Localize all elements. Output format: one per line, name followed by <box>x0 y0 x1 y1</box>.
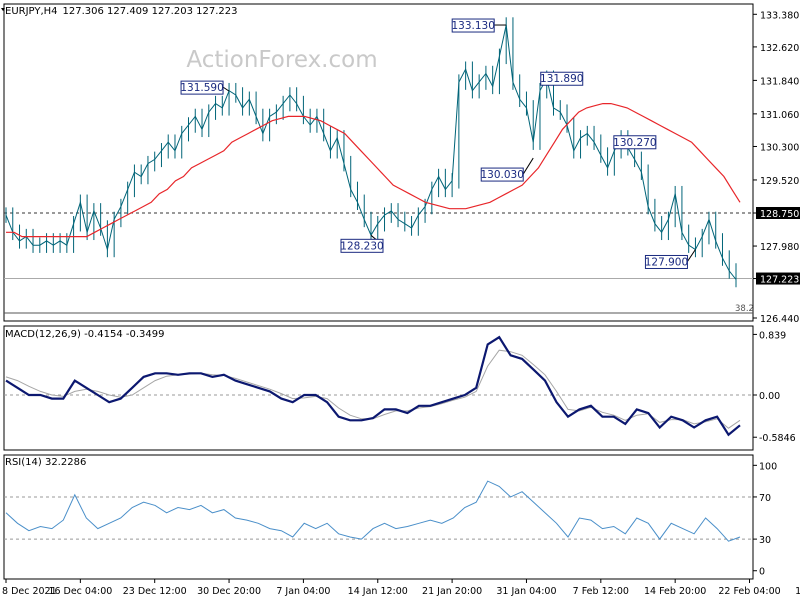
rsi-line <box>5 480 741 542</box>
level-label-leader <box>222 86 230 92</box>
rsi-panel-frame <box>3 454 754 580</box>
x-tick-label: 14 Feb 20:00 <box>644 586 706 597</box>
x-tick-label: 7 Jan 04:00 <box>276 586 330 597</box>
x-tick-label: 22 Feb 04:00 <box>718 586 780 597</box>
x-tick-label: 21 Jan 20:00 <box>422 586 482 597</box>
x-tick-label: 7 Feb 12:00 <box>573 586 629 597</box>
level-label-text: 131.590 <box>180 82 223 94</box>
price-y-tick-label: 133.380 <box>760 10 799 21</box>
level-label-text: 131.890 <box>540 73 583 85</box>
fib-level-note: 38.2 <box>735 304 754 314</box>
price-symbol: EURJPY,H4 <box>5 6 58 17</box>
macd-panel-frame <box>3 325 754 451</box>
chart-canvas: 131.590 128.230 133.130 131.890 130.030 130.2… <box>1 3 800 597</box>
price-y-tick-label: 129.520 <box>760 176 799 187</box>
price-ohlc: 127.306 127.409 127.203 127.223 <box>63 6 238 17</box>
x-tick-label: 14 Jan 12:00 <box>348 586 408 597</box>
x-tick-label: 1 Mar 12:00 <box>795 586 800 597</box>
x-tick-label: 16 Dec 04:00 <box>48 586 112 597</box>
level-label: 128.230 <box>340 234 384 253</box>
macd-y-tick-label: 0.839 <box>759 330 786 341</box>
level-label-text: 130.270 <box>613 137 656 149</box>
level-label-text: 133.130 <box>451 20 494 32</box>
x-tick-label: 23 Dec 12:00 <box>123 586 187 597</box>
level-label-text: 130.030 <box>481 169 524 181</box>
price-tag-text: 127.223 <box>760 275 799 286</box>
price-tag-text: 128.750 <box>760 209 799 220</box>
rsi-panel-title: RSI(14) 32.2286 <box>5 457 86 468</box>
level-label: 131.890 <box>540 71 583 86</box>
price-y-tick-label: 132.620 <box>760 43 799 54</box>
level-label: 131.590 <box>180 80 230 95</box>
x-tick-label: 31 Jan 04:00 <box>496 586 556 597</box>
price-y-tick-label: 131.060 <box>760 110 799 121</box>
price-panel-title: EURJPY,H4 127.306 127.409 127.203 127.223 <box>5 6 237 17</box>
price-y-tick-label: 131.840 <box>760 76 799 87</box>
x-tick-label: 30 Dec 20:00 <box>197 586 261 597</box>
rsi-y-tick-label: 0 <box>759 567 765 578</box>
price-panel-frame <box>3 3 754 322</box>
level-label: 130.030 <box>481 157 534 182</box>
price-y-tick-label: 127.980 <box>760 242 799 253</box>
rsi-y-tick-label: 100 <box>759 461 777 472</box>
level-label: 130.270 <box>613 135 657 150</box>
level-label-text: 127.900 <box>645 256 688 268</box>
rsi-y-tick-label: 70 <box>759 493 771 504</box>
macd-y-tick-label: 0.00 <box>759 391 780 402</box>
level-label-text: 128.230 <box>340 240 383 252</box>
level-label: 127.900 <box>645 249 696 269</box>
watermark-text: ActionForex.com <box>186 47 377 73</box>
macd-y-tick-label: -0.5846 <box>759 433 796 444</box>
price-y-tick-label: 130.300 <box>760 142 799 153</box>
level-label-leader <box>522 157 534 175</box>
macd-line <box>5 335 741 437</box>
price-y-tick-label: 126.440 <box>760 314 799 325</box>
level-label: 133.130 <box>451 18 507 33</box>
macd-panel-title: MACD(12,26,9) -0.4154 -0.3499 <box>5 329 165 340</box>
eurjpy-chart: 131.590 128.230 133.130 131.890 130.030 130.2… <box>0 0 800 600</box>
rsi-y-tick-label: 30 <box>759 535 771 546</box>
